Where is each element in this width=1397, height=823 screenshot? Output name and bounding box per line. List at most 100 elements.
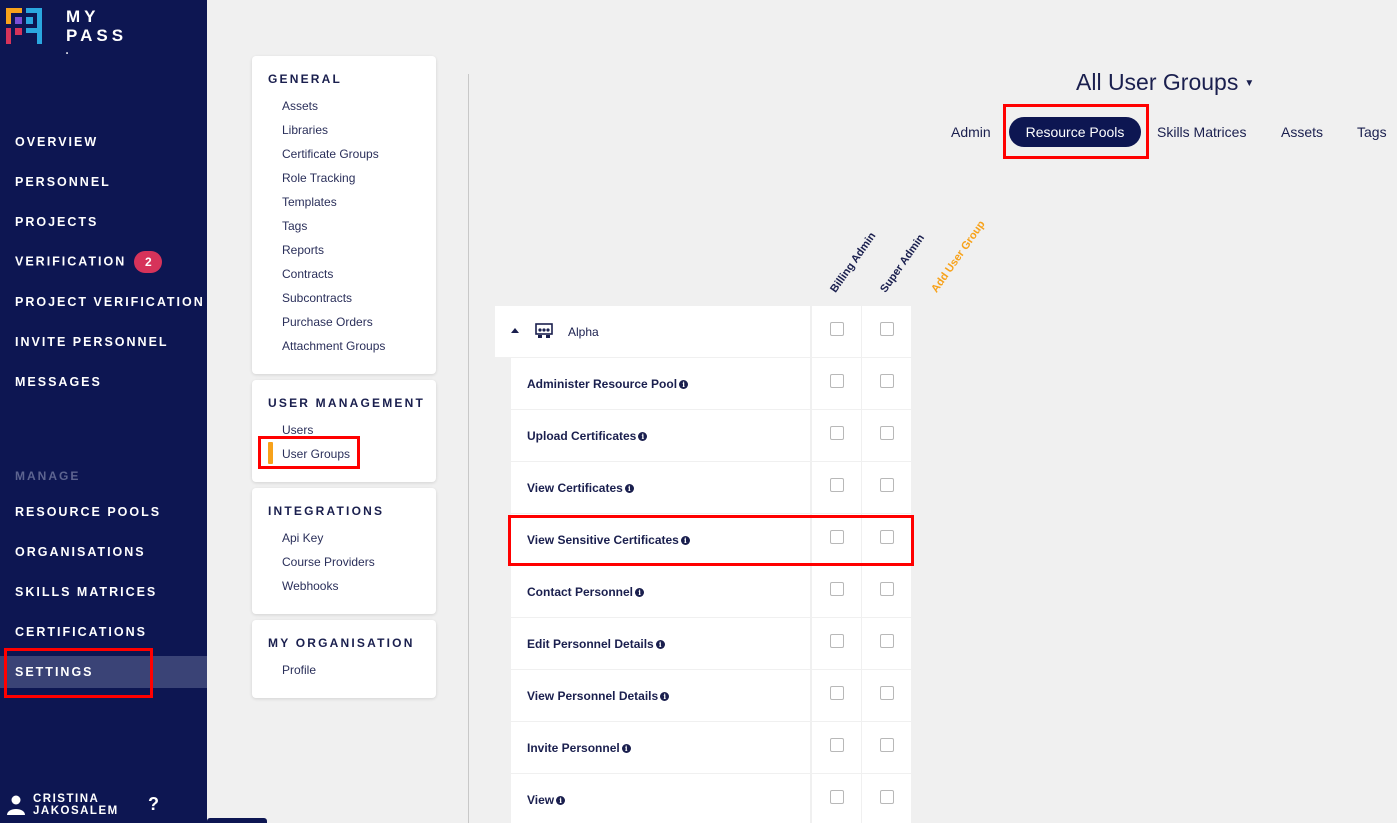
permission-label: Contact Personnel i <box>527 585 645 599</box>
checkbox[interactable] <box>830 582 844 596</box>
nav-personnel[interactable]: PERSONNEL <box>15 174 111 190</box>
checkbox[interactable] <box>830 634 844 648</box>
permission-name: View Certificates <box>527 481 623 495</box>
checkbox[interactable] <box>830 738 844 752</box>
nav-overview[interactable]: OVERVIEW <box>15 134 98 150</box>
cell-billing-admin <box>812 410 861 461</box>
info-icon[interactable]: i <box>660 692 670 702</box>
cell-super-admin <box>862 774 911 823</box>
link-subcontracts[interactable]: Subcontracts <box>282 291 352 305</box>
link-contracts[interactable]: Contracts <box>282 267 333 281</box>
link-attachment-groups[interactable]: Attachment Groups <box>282 339 385 353</box>
mypass-logo-icon[interactable] <box>6 8 46 48</box>
permission-row: Administer Resource Pool i <box>511 358 810 409</box>
nav-verification[interactable]: VERIFICATION 2 <box>15 251 163 273</box>
nav-projects[interactable]: PROJECTS <box>15 214 98 230</box>
cell-billing-admin <box>812 566 861 617</box>
brand-line-1: MY <box>66 7 100 26</box>
checkbox[interactable] <box>830 686 844 700</box>
checkbox[interactable] <box>880 634 894 648</box>
user-first-name: CRISTINA <box>33 793 100 805</box>
nav-resource-pools[interactable]: RESOURCE POOLS <box>15 504 161 520</box>
link-templates[interactable]: Templates <box>282 195 337 209</box>
my-organisation-card: MY ORGANISATION Profile <box>252 620 436 698</box>
tab-skills-matrices[interactable]: Skills Matrices <box>1157 124 1246 140</box>
link-profile[interactable]: Profile <box>282 663 316 677</box>
checkbox[interactable] <box>830 790 844 804</box>
integrations-title: INTEGRATIONS <box>268 504 385 518</box>
group-row-alpha[interactable]: Alpha <box>495 306 810 357</box>
checkbox[interactable] <box>830 478 844 492</box>
user-group-selector[interactable]: All User Groups ▼ <box>1076 69 1254 96</box>
tab-assets[interactable]: Assets <box>1281 124 1323 140</box>
cell-super-admin <box>862 566 911 617</box>
resource-pool-icon <box>535 323 553 338</box>
settings-highlight-box <box>4 648 153 698</box>
permission-label: Administer Resource Pool i <box>527 377 689 391</box>
checkbox[interactable] <box>880 426 894 440</box>
brand-line-2: PASS • <box>66 26 127 64</box>
link-assets[interactable]: Assets <box>282 99 318 113</box>
group-name: Alpha <box>568 325 599 339</box>
permission-row: Invite Personnel i <box>511 722 810 773</box>
info-icon[interactable]: i <box>624 484 634 494</box>
cell-super-admin <box>862 462 911 513</box>
checkbox[interactable] <box>880 374 894 388</box>
info-icon[interactable]: i <box>621 744 631 754</box>
link-course-providers[interactable]: Course Providers <box>282 555 375 569</box>
checkbox[interactable] <box>830 374 844 388</box>
user-name: CRISTINA JAKOSALEM <box>33 793 119 817</box>
info-icon[interactable]: i <box>679 380 689 390</box>
permission-row: Upload Certificates i <box>511 410 810 461</box>
link-role-tracking[interactable]: Role Tracking <box>282 171 355 185</box>
info-icon[interactable]: i <box>556 796 566 806</box>
column-billing-admin: Billing Admin <box>828 230 879 295</box>
link-reports[interactable]: Reports <box>282 243 324 257</box>
nav-certifications[interactable]: CERTIFICATIONS <box>15 624 147 640</box>
permission-row: Contact Personnel i <box>511 566 810 617</box>
checkbox[interactable] <box>880 686 894 700</box>
nav-project-verification[interactable]: PROJECT VERIFICATION <box>15 294 205 310</box>
user-management-title: USER MANAGEMENT <box>268 396 426 410</box>
user-profile[interactable]: CRISTINA JAKOSALEM <box>7 793 119 817</box>
link-certificate-groups[interactable]: Certificate Groups <box>282 147 379 161</box>
info-icon[interactable]: i <box>635 588 645 598</box>
link-webhooks[interactable]: Webhooks <box>282 579 338 593</box>
help-icon[interactable]: ? <box>148 794 159 815</box>
brand-name: MY PASS • <box>66 7 127 64</box>
collapse-caret-icon[interactable] <box>511 328 519 333</box>
checkbox[interactable] <box>880 738 894 752</box>
checkbox[interactable] <box>880 478 894 492</box>
checkbox[interactable] <box>830 426 844 440</box>
checkbox[interactable] <box>880 582 894 596</box>
nav-skills-matrices[interactable]: SKILLS MATRICES <box>15 584 157 600</box>
permission-row: View Certificates i <box>511 462 810 513</box>
nav-invite-personnel[interactable]: INVITE PERSONNEL <box>15 334 169 350</box>
permission-name: View Personnel Details <box>527 689 659 703</box>
sensitive-certificates-highlight-box <box>508 515 914 566</box>
cell-super-admin <box>862 670 911 721</box>
checkbox[interactable] <box>830 322 844 336</box>
cell-super-admin <box>862 722 911 773</box>
permission-label: Invite Personnel i <box>527 741 631 755</box>
nav-organisations[interactable]: ORGANISATIONS <box>15 544 146 560</box>
checkbox[interactable] <box>880 322 894 336</box>
link-users[interactable]: Users <box>282 423 313 437</box>
permission-name: Contact Personnel <box>527 585 634 599</box>
permission-row: Edit Personnel Details i <box>511 618 810 669</box>
info-icon[interactable]: i <box>638 432 648 442</box>
user-last-name: JAKOSALEM <box>33 805 119 817</box>
tab-tags[interactable]: Tags <box>1357 124 1387 140</box>
link-purchase-orders[interactable]: Purchase Orders <box>282 315 373 329</box>
info-icon[interactable]: i <box>655 640 665 650</box>
checkbox[interactable] <box>880 790 894 804</box>
cell-super-admin <box>862 410 911 461</box>
tab-admin[interactable]: Admin <box>951 124 991 140</box>
link-tags[interactable]: Tags <box>282 219 307 233</box>
add-user-group-button[interactable]: Add User Group <box>929 219 988 295</box>
nav-messages[interactable]: MESSAGES <box>15 374 102 390</box>
cell-super-admin <box>862 618 911 669</box>
brand-mark: • <box>66 51 69 57</box>
link-api-key[interactable]: Api Key <box>282 531 323 545</box>
link-libraries[interactable]: Libraries <box>282 123 328 137</box>
